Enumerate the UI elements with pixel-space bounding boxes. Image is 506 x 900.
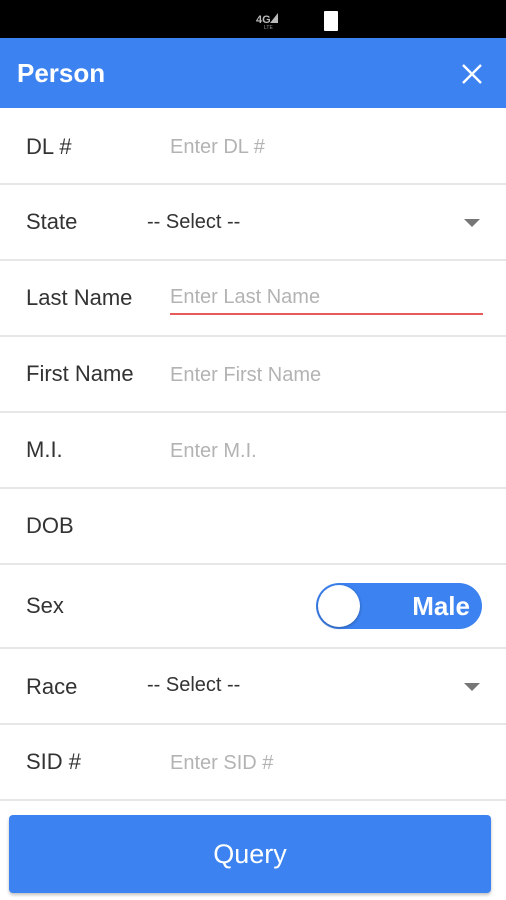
query-button-label: Query (213, 838, 287, 869)
person-form: DL # State -- Select -- Last Name First … (0, 108, 506, 801)
battery-icon (324, 11, 338, 31)
dob-row[interactable]: DOB (0, 489, 506, 565)
dob-label: DOB (26, 513, 74, 538)
first-name-label: First Name (26, 361, 134, 386)
sid-input[interactable] (170, 748, 483, 778)
dl-input[interactable] (170, 132, 483, 162)
chevron-down-icon (464, 683, 480, 691)
dl-label: DL # (26, 134, 72, 159)
toggle-text: Male (412, 591, 470, 621)
mi-input[interactable] (170, 436, 483, 466)
query-button[interactable]: Query (9, 815, 491, 893)
mi-row: M.I. (0, 413, 506, 489)
race-select[interactable]: -- Select -- (147, 673, 240, 697)
sex-toggle[interactable]: Male (316, 583, 482, 629)
close-button[interactable] (454, 56, 490, 92)
signal-icon: 4G LTE (256, 13, 278, 30)
sid-label: SID # (26, 749, 82, 774)
last-name-input[interactable] (170, 281, 483, 315)
status-bar: 4G LTE (0, 0, 506, 38)
last-name-label: Last Name (26, 285, 133, 310)
state-row[interactable]: State -- Select -- (0, 185, 506, 261)
close-icon (462, 64, 482, 84)
state-select[interactable]: -- Select -- (147, 210, 240, 234)
race-label: Race (26, 674, 78, 699)
sex-row: Sex Male (0, 565, 506, 649)
state-label: State (26, 209, 78, 234)
app-bar: Person (0, 38, 506, 108)
page-title: Person (17, 58, 106, 88)
first-name-input[interactable] (170, 360, 483, 390)
sid-row: SID # (0, 725, 506, 801)
mi-label: M.I. (26, 437, 63, 462)
chevron-down-icon (464, 219, 480, 227)
svg-text:LTE: LTE (264, 25, 273, 30)
race-row[interactable]: Race -- Select -- (0, 649, 506, 725)
last-name-row: Last Name (0, 261, 506, 337)
dl-row: DL # (0, 108, 506, 185)
first-name-row: First Name (0, 337, 506, 413)
sex-label: Sex (26, 593, 64, 618)
toggle-knob (318, 585, 360, 627)
